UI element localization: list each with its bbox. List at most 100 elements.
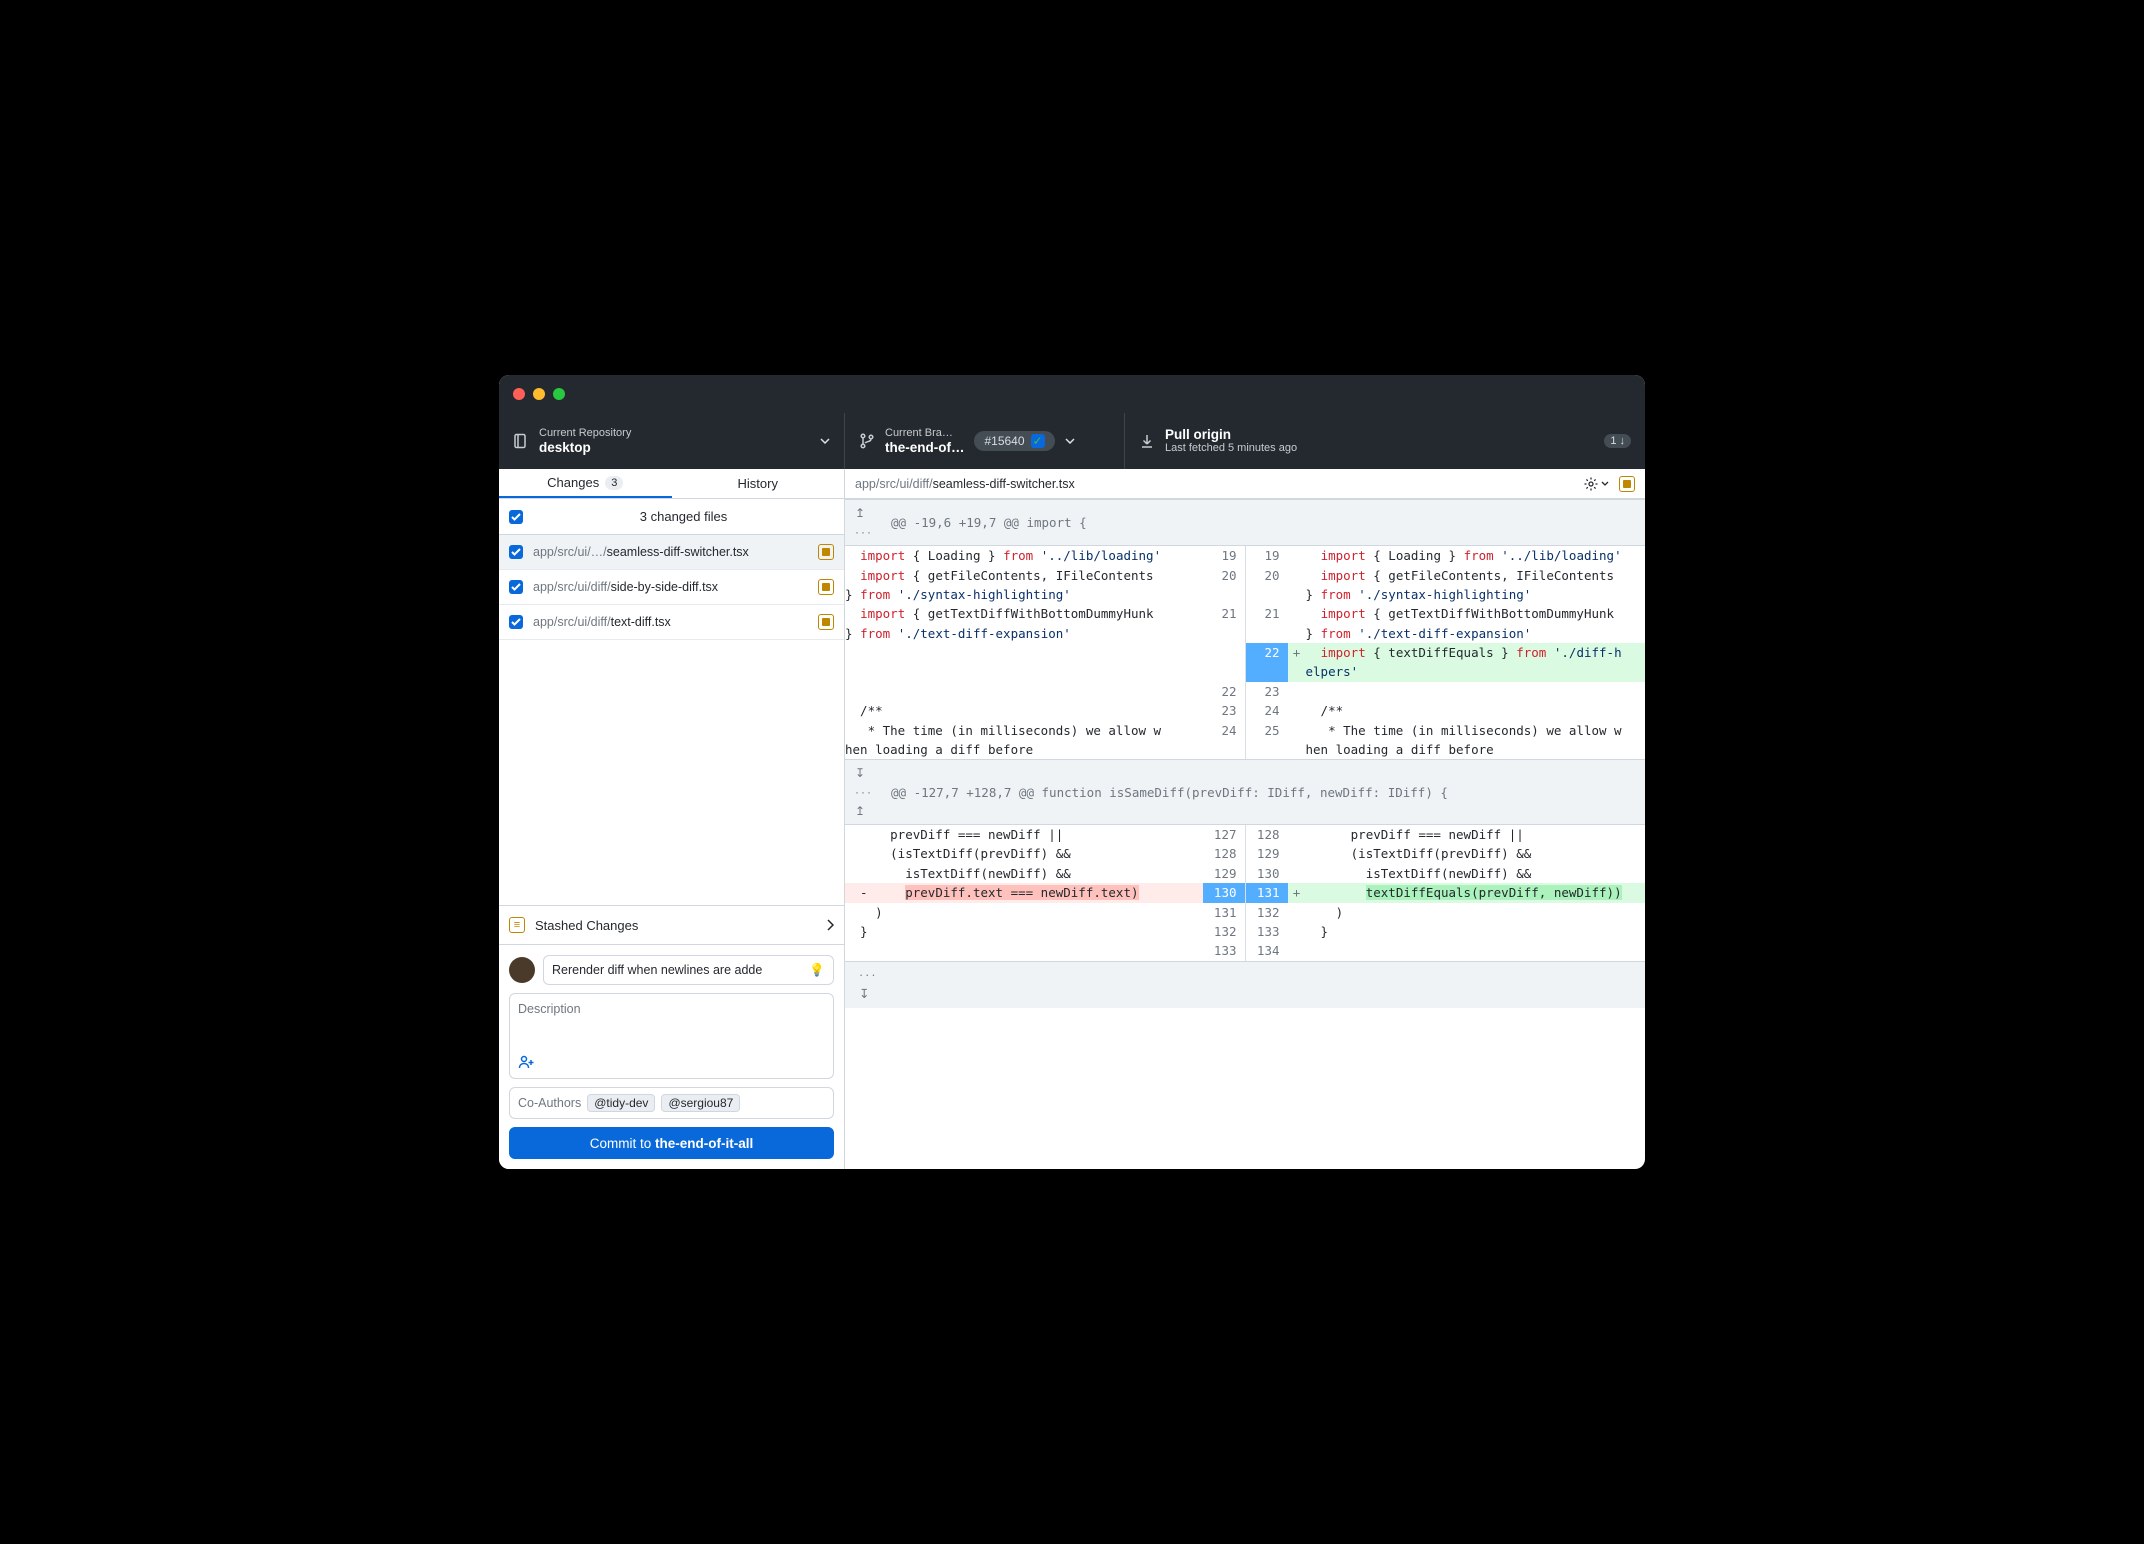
pr-badge[interactable]: #15640 ✓ (974, 431, 1054, 451)
arrow-down-icon: ↓ (1620, 435, 1626, 447)
add-coauthor-icon[interactable] (518, 1055, 536, 1072)
diff-line[interactable]: hen loading a diff before hen loading a … (845, 740, 1645, 759)
diff-line[interactable]: import { Loading } from '../lib/loading'… (845, 546, 1645, 565)
avatar[interactable] (509, 957, 535, 983)
tab-changes[interactable]: Changes 3 (499, 469, 672, 498)
lightbulb-icon[interactable]: 💡 (809, 963, 825, 978)
select-all-checkbox[interactable] (509, 510, 523, 524)
app-window: Current Repository desktop Current Bra… … (499, 375, 1645, 1169)
coauthor-tag[interactable]: @sergiou87 (661, 1094, 740, 1112)
file-list-header: 3 changed files (499, 499, 844, 535)
diff-line-added[interactable]: 22+ import { textDiffEquals } from './di… (845, 643, 1645, 662)
changes-count-badge: 3 (605, 476, 623, 490)
hunk-text: @@ -19,6 +19,7 @@ import { (891, 513, 1087, 532)
expand-down-button[interactable]: ···↧ (845, 961, 1645, 1009)
coauthor-tag[interactable]: @tidy-dev (587, 1094, 655, 1112)
commit-summary-input[interactable]: Rerender diff when newlines are adde 💡 (543, 955, 834, 985)
modified-icon (818, 614, 834, 630)
chevron-right-icon (827, 919, 834, 931)
diff-line[interactable]: )131 132 ) (845, 903, 1645, 922)
stash-icon: ≡ (509, 917, 525, 933)
commit-btn-prefix: Commit to (590, 1136, 655, 1151)
chevron-down-icon (820, 438, 830, 444)
diff-line-changed[interactable]: - prevDiff.text === newDiff.text)130 131… (845, 883, 1645, 902)
diff-line[interactable]: import { getFileContents, IFileContents2… (845, 566, 1645, 585)
diff-line[interactable]: 22 23 (845, 682, 1645, 701)
pull-button[interactable]: Pull origin Last fetched 5 minutes ago 1… (1125, 413, 1645, 469)
sidebar-tabs: Changes 3 History (499, 469, 844, 499)
diff-line[interactable]: 133 134 (845, 941, 1645, 960)
file-row[interactable]: app/src/ui/diff/side-by-side-diff.tsx (499, 570, 844, 605)
repo-switcher[interactable]: Current Repository desktop (499, 413, 845, 469)
close-window-icon[interactable] (513, 388, 525, 400)
commit-summary-value: Rerender diff when newlines are adde (552, 963, 762, 977)
coauthors-label: Co-Authors (518, 1096, 581, 1110)
pull-icon (1139, 433, 1155, 449)
main-content: Changes 3 History 3 changed files app/sr… (499, 469, 1645, 1169)
minimize-window-icon[interactable] (533, 388, 545, 400)
repo-name: desktop (539, 440, 631, 456)
file-row[interactable]: app/src/ui/…/seamless-diff-switcher.tsx (499, 535, 844, 570)
commit-description-input[interactable]: Description (509, 993, 834, 1079)
file-count-text: 3 changed files (533, 509, 834, 524)
hunk-header: ↧···↥ @@ -127,7 +128,7 @@ function isSam… (845, 759, 1645, 825)
chevron-down-icon (1601, 481, 1609, 486)
file-list: app/src/ui/…/seamless-diff-switcher.tsx … (499, 535, 844, 640)
tab-history[interactable]: History (672, 469, 845, 498)
sidebar: Changes 3 History 3 changed files app/sr… (499, 469, 845, 1169)
diff-line[interactable]: prevDiff === newDiff ||127 128 prevDiff … (845, 825, 1645, 844)
pull-count: 1 (1610, 435, 1616, 447)
stash-label: Stashed Changes (535, 918, 817, 933)
diff-line[interactable]: (isTextDiff(prevDiff) &&128 129 (isTextD… (845, 844, 1645, 863)
branch-name: the-end-of… (885, 440, 964, 456)
repo-label: Current Repository (539, 427, 631, 440)
diff-line[interactable]: isTextDiff(newDiff) &&129 130 isTextDiff… (845, 864, 1645, 883)
commit-button[interactable]: Commit to the-end-of-it-all (509, 1127, 834, 1159)
coauthors-field[interactable]: Co-Authors @tidy-dev @sergiou87 (509, 1087, 834, 1119)
check-icon: ✓ (1031, 434, 1045, 448)
file-row[interactable]: app/src/ui/diff/text-diff.tsx (499, 605, 844, 640)
hunk-text: @@ -127,7 +128,7 @@ function isSameDiff(… (891, 783, 1448, 802)
expand-up-icon[interactable]: ↥··· (855, 504, 873, 541)
diff-settings-button[interactable] (1583, 476, 1609, 492)
pull-count-badge: 1 ↓ (1604, 434, 1631, 448)
git-branch-icon (859, 433, 875, 449)
chevron-down-icon (1065, 438, 1075, 444)
diff-body[interactable]: ↥··· @@ -19,6 +19,7 @@ import { import {… (845, 499, 1645, 1169)
file-path: app/src/ui/…/seamless-diff-switcher.tsx (533, 545, 808, 559)
diff-header: app/src/ui/diff/seamless-diff-switcher.t… (845, 469, 1645, 499)
diff-line-added[interactable]: elpers' (845, 662, 1645, 681)
modified-icon (1619, 476, 1635, 492)
diff-pane: app/src/ui/diff/seamless-diff-switcher.t… (845, 469, 1645, 1169)
diff-line[interactable]: /**23 24 /** (845, 701, 1645, 720)
stashed-changes-row[interactable]: ≡ Stashed Changes (499, 905, 844, 945)
window-titlebar (499, 375, 1645, 413)
branch-switcher[interactable]: Current Bra… the-end-of… #15640 ✓ (845, 413, 1125, 469)
tab-history-label: History (738, 476, 778, 491)
file-checkbox[interactable] (509, 615, 523, 629)
modified-icon (818, 544, 834, 560)
diff-line[interactable]: } from './text-diff-expansion' } from '.… (845, 624, 1645, 643)
commit-form: Rerender diff when newlines are adde 💡 D… (499, 945, 844, 1169)
modified-icon (818, 579, 834, 595)
gear-icon (1583, 476, 1599, 492)
commit-btn-branch: the-end-of-it-all (655, 1136, 753, 1151)
file-checkbox[interactable] (509, 580, 523, 594)
top-toolbar: Current Repository desktop Current Bra… … (499, 413, 1645, 469)
diff-line[interactable]: * The time (in milliseconds) we allow w2… (845, 721, 1645, 740)
repo-icon (513, 433, 529, 449)
diff-line[interactable]: } from './syntax-highlighting' } from '.… (845, 585, 1645, 604)
pr-number: #15640 (984, 434, 1024, 448)
diff-line[interactable]: import { getTextDiffWithBottomDummyHunk2… (845, 604, 1645, 623)
zoom-window-icon[interactable] (553, 388, 565, 400)
file-path: app/src/ui/diff/side-by-side-diff.tsx (533, 580, 808, 594)
diff-file-path: app/src/ui/diff/seamless-diff-switcher.t… (855, 477, 1075, 491)
file-checkbox[interactable] (509, 545, 523, 559)
file-path: app/src/ui/diff/text-diff.tsx (533, 615, 808, 629)
pull-label: Pull origin (1165, 427, 1297, 443)
desc-placeholder: Description (518, 1002, 581, 1016)
expand-both-icon[interactable]: ↧···↥ (855, 764, 873, 820)
pull-sub: Last fetched 5 minutes ago (1165, 442, 1297, 455)
diff-line[interactable]: }132 133 } (845, 922, 1645, 941)
hunk-header: ↥··· @@ -19,6 +19,7 @@ import { (845, 499, 1645, 546)
